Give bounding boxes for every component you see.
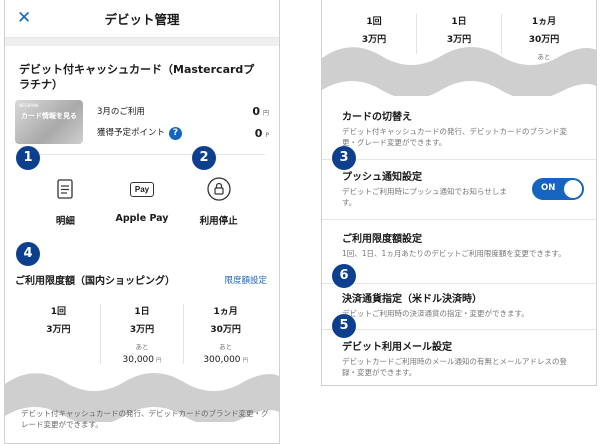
apple-pay-button[interactable]: Pay Apple Pay bbox=[107, 177, 177, 240]
apple-pay-label: Apple Pay bbox=[115, 213, 169, 224]
limit-table: 1回 3万円 1日 3万円 あと 30,000 円 1ヵ月 30万円 あと 300… bbox=[17, 304, 267, 365]
remaining-value: 30,000 bbox=[122, 355, 155, 365]
card-image-button[interactable]: NEOBANK カード情報を見る bbox=[15, 100, 83, 144]
remaining-label: あと bbox=[135, 343, 149, 351]
card-switch-title: カードの切替え bbox=[342, 112, 412, 123]
usage-unit: 円 bbox=[262, 109, 269, 117]
limit-period: 1ヵ月 bbox=[213, 307, 238, 317]
remaining-unit: 円 bbox=[156, 358, 162, 364]
limit-per-transaction: 1回 3万円 bbox=[17, 304, 101, 364]
card-info-label: カード情報を見る bbox=[21, 112, 77, 120]
limit-period: 1回 bbox=[366, 17, 382, 27]
points-row: 獲得予定ポイント? 0P bbox=[97, 122, 269, 144]
usage-value: 0 bbox=[252, 104, 260, 118]
action-buttons: 明細 Pay Apple Pay 利用停止 bbox=[19, 154, 265, 240]
push-notification-title: プッシュ通知設定 bbox=[342, 172, 422, 183]
points-unit: P bbox=[265, 131, 269, 139]
remaining-value: 300,000 bbox=[203, 355, 241, 365]
apple-pay-icon: Pay bbox=[129, 177, 155, 201]
card-summary: NEOBANK カード情報を見る 3月のご利用 0円 獲得予定ポイント? 0P bbox=[5, 92, 279, 144]
toggle-knob bbox=[564, 180, 582, 198]
suspend-button[interactable]: 利用停止 bbox=[184, 177, 254, 240]
card-switch-description: デビット付キャッシュカードの発行、デビットカードのブランド変更・グレード変更がで… bbox=[21, 409, 269, 429]
card-switch-description: デビット付キャッシュカードの発行、デビットカードのブランド変更・グレード変更がで… bbox=[342, 127, 567, 147]
debit-management-screen: ✕ デビット管理 デビット付キャッシュカード（Mastercardプラチナ） N… bbox=[4, 0, 280, 444]
currency-setting-item[interactable]: 決済通貨指定（米ドル決済時） デビットご利用時の決済通貨の指定・変更ができます。 bbox=[322, 290, 596, 330]
annotation-badge-5: 5 bbox=[332, 314, 356, 338]
limit-title: ご利用限度額（国内ショッピング） bbox=[15, 276, 175, 287]
points-label: 獲得予定ポイント bbox=[97, 128, 166, 138]
limit-amount: 30万円 bbox=[210, 325, 241, 335]
currency-setting-description: デビットご利用時の決済通貨の指定・変更ができます。 bbox=[342, 309, 529, 318]
limit-settings-link[interactable]: 限度額設定 bbox=[224, 274, 267, 286]
email-setting-title: デビット利用メール設定 bbox=[342, 342, 452, 353]
currency-setting-title: 決済通貨指定（米ドル決済時） bbox=[342, 294, 482, 305]
close-icon[interactable]: ✕ bbox=[17, 8, 31, 28]
card-switch-item[interactable]: カードの切替え デビット付キャッシュカードの発行、デビットカードのブランド変更・… bbox=[322, 108, 596, 160]
limit-period: 1回 bbox=[50, 307, 66, 317]
limit-per-day: 1日 3万円 あと 30,000 円 bbox=[101, 304, 185, 365]
email-setting-item[interactable]: デビット利用メール設定 デビットカードご利用時のメール通知の有無とメールアドレス… bbox=[322, 338, 596, 384]
push-notification-description: デビットご利用時にプッシュ通知でお知らせします。 bbox=[342, 187, 507, 207]
limit-period: 1ヵ月 bbox=[531, 17, 557, 27]
usage-label: 3月のご利用 bbox=[97, 107, 145, 117]
limit-setting-title: ご利用限度額設定 bbox=[342, 234, 422, 245]
push-notification-item: プッシュ通知設定 デビットご利用時にプッシュ通知でお知らせします。 ON bbox=[322, 168, 596, 220]
card-name: デビット付キャッシュカード（Mastercardプラチナ） bbox=[19, 63, 255, 91]
push-notification-toggle[interactable]: ON bbox=[532, 178, 584, 200]
page-title: デビット管理 bbox=[104, 12, 180, 27]
limit-period: 1日 bbox=[451, 17, 467, 27]
toggle-state-label: ON bbox=[541, 183, 556, 193]
statement-label: 明細 bbox=[55, 216, 75, 227]
remaining-label: あと bbox=[219, 343, 233, 351]
help-icon[interactable]: ? bbox=[169, 127, 183, 140]
limit-setting-item[interactable]: ご利用限度額設定 1回、1日、1ヵ月あたりのデビットご利用限度額を変更できます。 bbox=[322, 230, 596, 284]
limit-period: 1日 bbox=[134, 307, 150, 317]
points-value: 0 bbox=[254, 126, 263, 140]
limit-header: ご利用限度額（国内ショッピング） 限度額設定 bbox=[15, 272, 267, 288]
card-brand-logo: NEOBANK bbox=[19, 103, 39, 108]
limit-amount: 3万円 bbox=[46, 325, 71, 335]
email-setting-description: デビットカードご利用時のメール通知の有無とメールアドレスの登録・変更ができます。 bbox=[342, 357, 567, 377]
card-usage-info: 3月のご利用 0円 獲得予定ポイント? 0P bbox=[83, 100, 269, 144]
section-divider bbox=[5, 38, 279, 46]
app-header: ✕ デビット管理 bbox=[5, 0, 279, 38]
annotation-badge-6: 6 bbox=[332, 264, 356, 288]
remaining-unit: 円 bbox=[242, 358, 249, 364]
annotation-badge-1: 1 bbox=[16, 146, 40, 170]
statement-button[interactable]: 明細 bbox=[30, 177, 100, 240]
limit-setting-description: 1回、1日、1ヵ月あたりのデビットご利用限度額を変更できます。 bbox=[342, 249, 566, 258]
limit-amount: 3万円 bbox=[129, 325, 155, 335]
annotation-badge-4: 4 bbox=[16, 242, 40, 266]
debit-settings-screen: 1回 3万円 1日 3万円 あと 1ヵ月 30万円 あと カードの切替え デビッ… bbox=[321, 0, 597, 386]
lock-icon bbox=[206, 177, 231, 201]
suspend-label: 利用停止 bbox=[199, 216, 238, 227]
annotation-badge-2: 2 bbox=[192, 146, 216, 170]
usage-row: 3月のご利用 0円 bbox=[97, 100, 269, 122]
annotation-badge-3: 3 bbox=[332, 146, 356, 170]
cutoff-wave bbox=[322, 47, 596, 96]
limit-per-month: 1ヵ月 30万円 あと 300,000 円 bbox=[184, 304, 267, 365]
statement-icon bbox=[53, 177, 77, 201]
